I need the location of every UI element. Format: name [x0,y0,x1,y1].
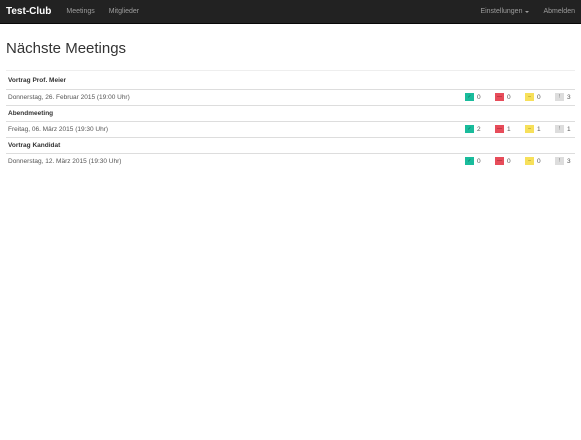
stat-yes: ✓ 2 [465,125,495,133]
count-no: 0 [507,157,511,165]
page-title: Nächste Meetings [6,40,127,57]
meeting-title-row: Abendmeeting [6,105,575,122]
stat-no: —1 [495,125,525,133]
count-none: 1 [567,125,571,133]
title-divider [6,70,575,71]
attendance-stats: ✓ 2—1–1! 1 [309,125,573,133]
meeting-date: Donnerstag, 26. Februar 2015 (19:00 Uhr) [6,89,307,106]
nav-link-members[interactable]: Mitglieder [102,0,146,23]
count-yes: 0 [477,157,481,165]
minus-icon: — [495,157,504,166]
stat-yes: ✓ 0 [465,157,495,166]
meeting-date: Freitag, 06. März 2015 (19:30 Uhr) [6,121,307,138]
stat-none: ! 3 [555,93,571,101]
stat-none: ! 3 [555,157,571,166]
count-maybe: 0 [537,157,541,165]
exclamation-icon: ! [555,93,564,101]
stat-no: —0 [495,93,525,101]
count-no: 1 [507,125,511,133]
caret-down-icon [525,10,530,13]
count-yes: 2 [477,125,481,133]
count-maybe: 0 [537,93,541,101]
meeting-stats-cell: ✓ 0—0–0! 3 [306,89,575,106]
count-no: 0 [507,93,511,101]
settings-label: Einstellungen [480,8,523,15]
meeting-title-row: Vortrag Prof. Meier [6,73,575,90]
meeting-row[interactable]: Freitag, 06. März 2015 (19:30 Uhr) ✓ 2—1–1… [6,121,575,138]
logout-link[interactable]: Abmelden [536,0,581,23]
stat-no: —0 [495,157,525,166]
check-icon: ✓ [465,125,474,133]
navbar: Test-Club Meetings Mitglieder Einstellun… [0,0,581,24]
meeting-title-row: Vortrag Kandidat [6,137,575,154]
nav-link-meetings[interactable]: Meetings [59,0,101,23]
meeting-row[interactable]: Donnerstag, 12. März 2015 (19:30 Uhr) ✓ 0—… [6,153,575,169]
count-none: 3 [567,157,571,165]
check-icon: ✓ [465,93,474,101]
meeting-date: Donnerstag, 12. März 2015 (19:30 Uhr) [8,157,122,165]
minus-icon: — [495,93,504,101]
meeting-title[interactable]: Abendmeeting [6,105,575,122]
meeting-stats-cell: ✓ 0—0–0! 3 [307,153,575,169]
settings-dropdown[interactable]: Einstellungen [473,0,536,23]
dash-icon: – [525,93,534,101]
exclamation-icon: ! [555,157,564,166]
stat-none: ! 1 [555,125,571,133]
stat-yes: ✓ 0 [465,93,495,101]
count-none: 3 [567,93,571,101]
exclamation-icon: ! [555,125,564,133]
brand-link[interactable]: Test-Club [0,0,59,23]
count-yes: 0 [477,93,481,101]
main-content: Nächste Meetings Vortrag Prof. Meier Donn… [0,40,581,169]
navbar-right: Einstellungen Abmelden [473,0,581,23]
meeting-title[interactable]: Vortrag Prof. Meier [6,73,575,90]
dash-icon: – [525,157,534,166]
count-maybe: 1 [537,125,541,133]
minus-icon: — [495,125,504,133]
check-icon: ✓ [465,157,474,166]
meetings-table: Vortrag Prof. Meier Donnerstag, 26. Febru… [6,73,575,169]
stat-maybe: –1 [525,125,555,133]
meeting-stats-cell: ✓ 2—1–1! 1 [306,121,575,138]
dash-icon: – [525,125,534,133]
attendance-stats: ✓ 0—0–0! 3 [309,93,573,101]
meeting-row[interactable]: Donnerstag, 26. Februar 2015 (19:00 Uhr)… [6,89,575,106]
attendance-stats: ✓ 0—0–0! 3 [309,157,573,166]
stat-maybe: –0 [525,157,555,166]
meeting-title[interactable]: Vortrag Kandidat [6,137,575,154]
navbar-left: Test-Club Meetings Mitglieder [0,0,146,23]
stat-maybe: –0 [525,93,555,101]
